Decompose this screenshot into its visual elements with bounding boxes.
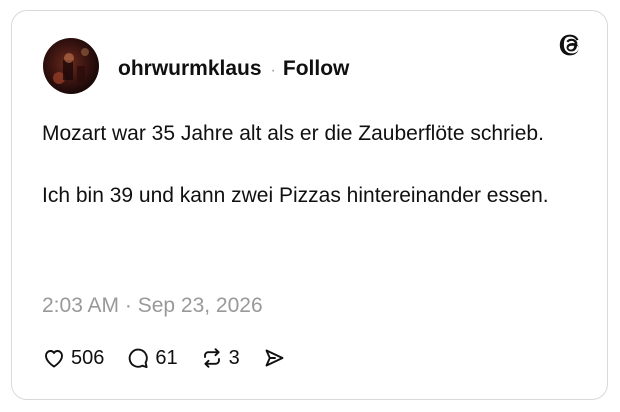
heart-icon bbox=[42, 346, 66, 370]
post-timestamp[interactable]: 2:03 AM · Sep 23, 2026 bbox=[42, 294, 263, 318]
post-paragraph: Ich bin 39 und kann zwei Pizzas hinterei… bbox=[42, 184, 549, 207]
repost-button[interactable]: 3 bbox=[200, 346, 240, 370]
post-paragraph: Mozart war 35 Jahre alt als er die Zaube… bbox=[42, 122, 544, 145]
repost-arrows-icon bbox=[200, 346, 224, 370]
avatar[interactable] bbox=[43, 38, 99, 94]
post-body: Mozart war 35 Jahre alt als er die Zaube… bbox=[42, 118, 562, 211]
avatar-photo bbox=[43, 38, 99, 94]
comment-count: 61 bbox=[155, 346, 178, 369]
share-button[interactable] bbox=[262, 346, 286, 370]
comment-button[interactable]: 61 bbox=[126, 346, 178, 370]
speech-bubble-icon bbox=[126, 346, 150, 370]
action-bar: 506 61 3 bbox=[42, 343, 308, 373]
follow-button[interactable]: Follow bbox=[283, 57, 350, 81]
like-count: 506 bbox=[71, 346, 105, 369]
threads-logo-icon[interactable] bbox=[557, 31, 585, 59]
post-header: ohrwurmklaus · Follow bbox=[118, 57, 349, 81]
send-paper-plane-icon bbox=[262, 346, 286, 370]
threads-post-card: ohrwurmklaus · Follow Mozart war 35 Jahr… bbox=[11, 10, 608, 400]
repost-count: 3 bbox=[228, 346, 240, 369]
like-button[interactable]: 506 bbox=[42, 346, 104, 370]
username-link[interactable]: ohrwurmklaus bbox=[118, 57, 262, 81]
header-separator: · bbox=[270, 62, 276, 79]
